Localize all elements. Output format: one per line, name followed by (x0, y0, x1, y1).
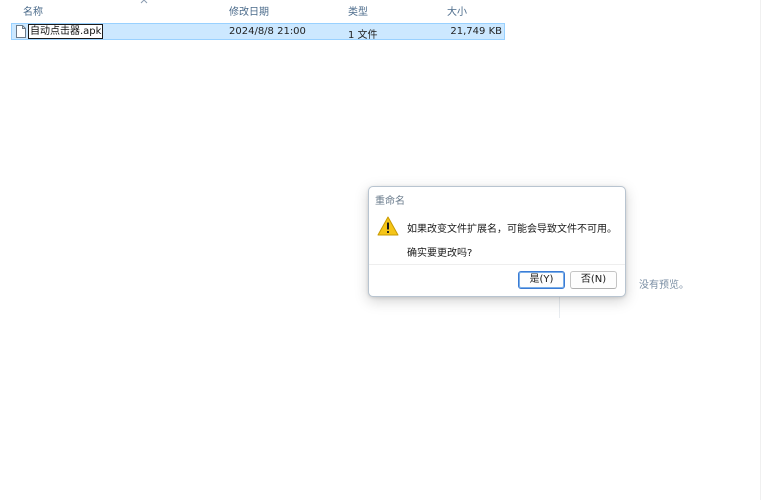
column-header-size[interactable]: 大小 (447, 3, 467, 18)
yes-button[interactable]: 是(Y) (518, 271, 565, 289)
file-row-selected[interactable]: 自动点击器.apk 2024/8/8 21:00 1 文件 21,749 KB (11, 23, 505, 41)
rename-confirm-dialog: 重命名 如果改变文件扩展名，可能会导致文件不可用。 确实要更改吗? 是(Y) 否… (368, 186, 626, 297)
preview-divider (559, 296, 560, 318)
rename-input[interactable]: 自动点击器.apk (28, 24, 103, 39)
dialog-title: 重命名 (375, 196, 405, 207)
dialog-footer: 是(Y) 否(N) (369, 264, 625, 296)
file-explorer: 名称 修改日期 类型 大小 自动点击器.apk 2024/8/8 21:00 1… (0, 0, 763, 500)
column-header-name-label: 名称 (23, 7, 43, 18)
file-modified: 2024/8/8 21:00 (229, 26, 306, 37)
no-button[interactable]: 否(N) (570, 271, 617, 289)
column-header-name[interactable]: 名称 (23, 0, 148, 18)
warning-icon (377, 216, 399, 236)
dialog-message: 如果改变文件扩展名，可能会导致文件不可用。 (407, 224, 617, 235)
column-header-type[interactable]: 类型 (348, 3, 368, 18)
column-header-modified[interactable]: 修改日期 (229, 3, 269, 18)
dialog-question: 确实要更改吗? (407, 248, 473, 259)
file-icon (16, 25, 26, 38)
preview-empty-text: 没有预览。 (639, 280, 689, 291)
file-size: 21,749 KB (450, 26, 502, 37)
sort-up-icon (140, 0, 148, 4)
file-type: 1 文件 (348, 30, 378, 41)
window-edge (760, 0, 761, 500)
